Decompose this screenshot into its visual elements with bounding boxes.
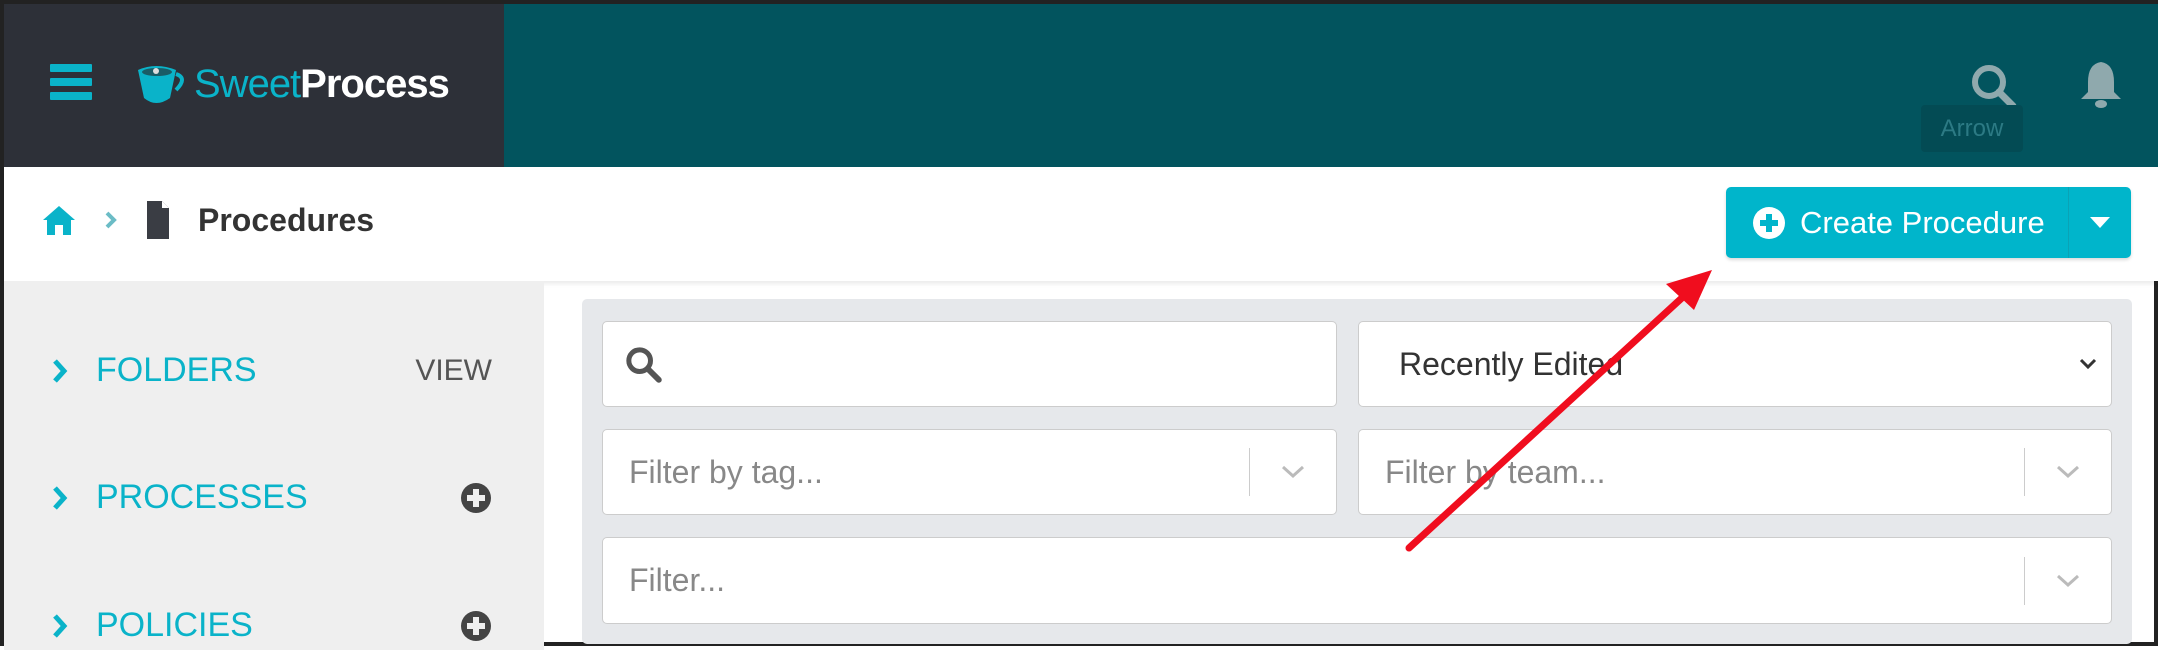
document-icon [147, 201, 169, 239]
tag-filter[interactable]: Filter by tag... [602, 429, 1337, 515]
cup-icon [138, 65, 184, 103]
page-title: Procedures [198, 201, 375, 238]
plus-circle-icon[interactable] [460, 482, 492, 514]
search-input[interactable] [602, 321, 1337, 407]
create-procedure-label: Create Procedure [1800, 204, 2045, 240]
chevron-right-icon [53, 358, 68, 383]
brand-name-part2: Process [300, 62, 450, 106]
chevron-right-icon [53, 613, 68, 638]
create-dropdown-toggle[interactable] [2069, 187, 2131, 258]
logo[interactable]: SweetProcess [136, 62, 450, 107]
create-procedure-button[interactable]: Create Procedure [1726, 187, 2131, 258]
breadcrumb: Procedures [42, 200, 374, 240]
caret-down-icon [2090, 216, 2110, 228]
brand-name-part1: Sweet [194, 62, 301, 106]
sidebar-item-policies[interactable]: POLICIES [52, 606, 492, 645]
bell-icon[interactable] [2080, 60, 2122, 110]
chevron-right-icon [105, 211, 117, 229]
chevron-down-icon[interactable] [2055, 573, 2081, 589]
folders-view-link[interactable]: VIEW [415, 354, 492, 388]
tooltip: Arrow [1921, 105, 2023, 152]
sort-select[interactable]: Recently Edited [1358, 321, 2112, 407]
chevron-right-icon [53, 485, 68, 510]
chevron-down-icon [2079, 358, 2097, 370]
chevron-down-icon[interactable] [1280, 464, 1306, 480]
plus-circle-icon [1753, 206, 1785, 239]
sidebar-item-processes[interactable]: PROCESSES [52, 478, 492, 517]
plus-circle-icon[interactable] [460, 610, 492, 642]
search-icon [626, 347, 662, 383]
team-filter[interactable]: Filter by team... [1358, 429, 2112, 515]
create-procedure-main[interactable]: Create Procedure [1726, 187, 2069, 258]
sidebar-item-folders[interactable]: FOLDERS VIEW [52, 351, 492, 390]
chevron-down-icon[interactable] [2055, 464, 2081, 480]
home-icon[interactable] [42, 203, 76, 237]
menu-icon[interactable] [50, 64, 92, 100]
sidebar: FOLDERS VIEW PROCESSES POLICIES [4, 281, 544, 650]
general-filter[interactable]: Filter... [602, 537, 2112, 624]
search-icon[interactable] [1969, 62, 2017, 110]
